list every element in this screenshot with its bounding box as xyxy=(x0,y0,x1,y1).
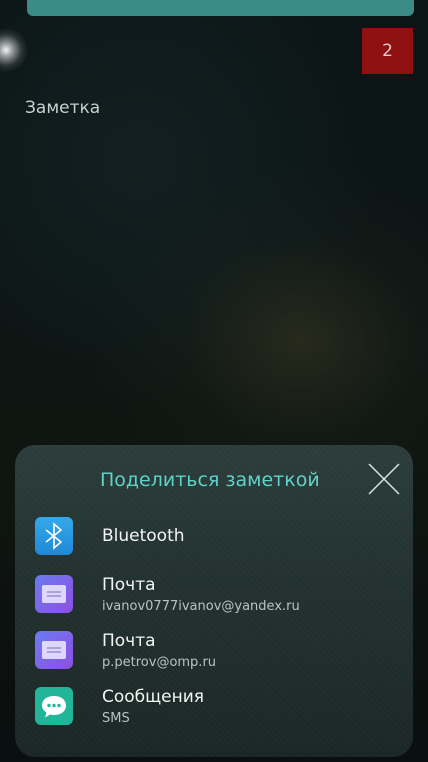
share-option-messages[interactable]: Сообщения SMS xyxy=(35,687,405,739)
close-icon[interactable] xyxy=(366,461,402,497)
share-option-bluetooth[interactable]: Bluetooth xyxy=(35,517,405,569)
messages-icon xyxy=(35,687,73,725)
note-text[interactable]: Заметка xyxy=(25,98,100,118)
share-option-mail-petrov[interactable]: Почта p.petrov@omp.ru xyxy=(35,631,405,683)
top-accent-bar xyxy=(27,0,414,16)
count-badge[interactable]: 2 xyxy=(362,28,413,74)
mail-icon xyxy=(35,631,73,669)
app-screen: 2 Заметка Поделиться заметкой Bluetooth … xyxy=(0,0,428,762)
share-option-label: Сообщения xyxy=(102,687,205,707)
pulley-glow-indicator xyxy=(0,28,28,72)
share-option-account: SMS xyxy=(102,711,130,726)
mail-icon xyxy=(35,575,73,613)
share-option-account: ivanov0777ivanov@yandex.ru xyxy=(102,599,300,614)
share-option-label: Bluetooth xyxy=(102,526,185,546)
share-option-mail-ivanov[interactable]: Почта ivanov0777ivanov@yandex.ru xyxy=(35,575,405,627)
share-dialog-title: Поделиться заметкой xyxy=(100,469,320,491)
bluetooth-icon xyxy=(35,517,73,555)
share-option-label: Почта xyxy=(102,575,156,595)
share-option-label: Почта xyxy=(102,631,156,651)
share-option-account: p.petrov@omp.ru xyxy=(102,655,217,670)
share-dialog: Поделиться заметкой Bluetooth Почта ivan… xyxy=(15,445,413,757)
